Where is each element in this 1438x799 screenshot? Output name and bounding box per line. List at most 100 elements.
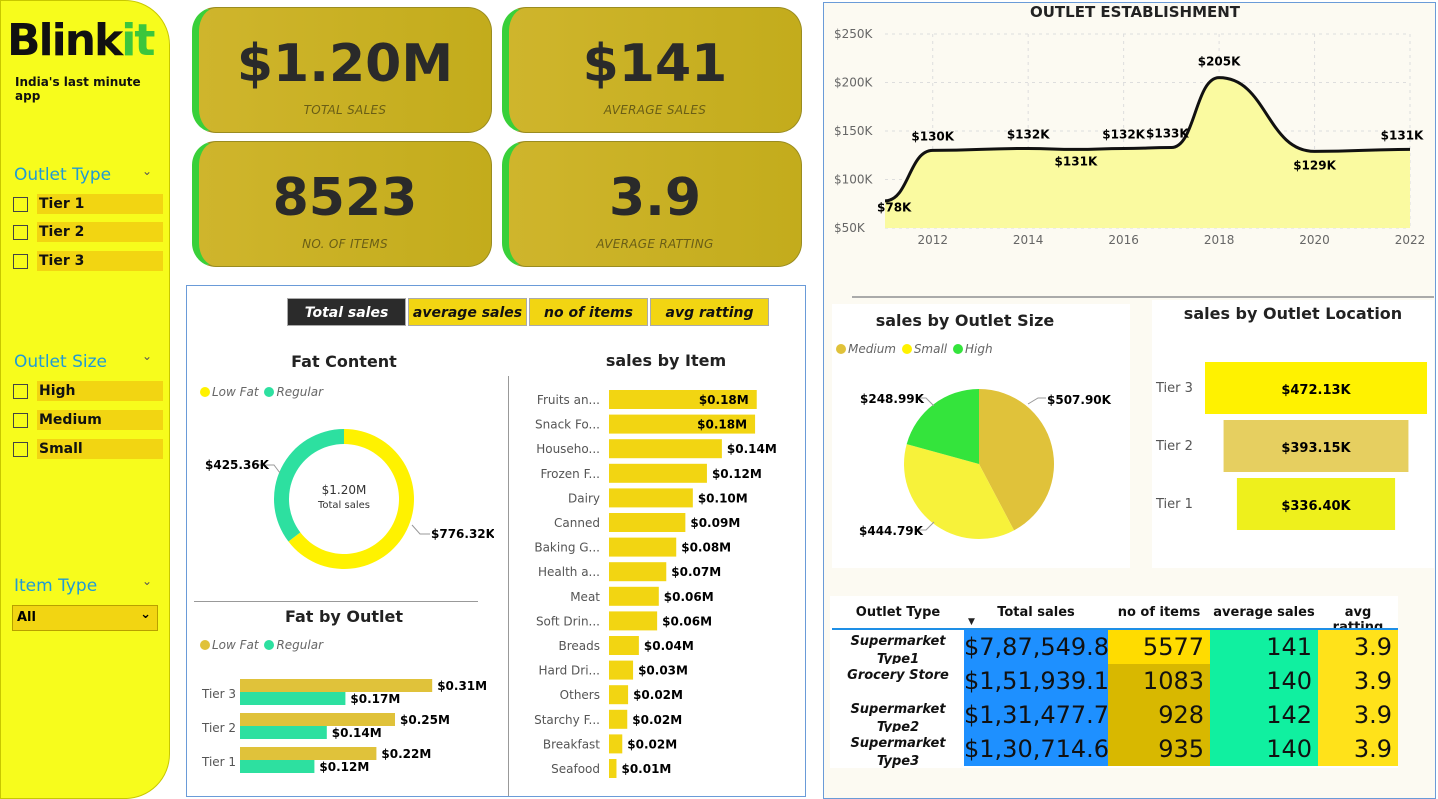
checkbox[interactable]	[13, 384, 28, 399]
fat-by-outlet-bar-chart: Tier 3 $0.31M $0.17M Tier 2 $0.25M $0.14M Tier…	[201, 679, 487, 774]
outlet-size-option-medium[interactable]: Medium	[13, 410, 165, 430]
tier-axis-label: Tier 1	[201, 755, 236, 769]
bar-regular	[240, 760, 315, 773]
legend-swatch	[264, 640, 275, 650]
x-tick-label: 2012	[917, 233, 948, 247]
cell-total-sales: $1,51,939.15	[964, 664, 1124, 698]
fat-by-outlet-legend: Low Fat Regular	[200, 638, 323, 652]
table-row[interactable]: Supermarket Type3 $1,30,714.67 935 140 3.9	[832, 732, 1398, 769]
checkbox[interactable]	[13, 442, 28, 457]
chevron-down-icon[interactable]: ⌄	[142, 574, 152, 588]
tab-average-sales[interactable]: average sales	[408, 298, 527, 326]
funnel-bar-label: $336.40K	[1281, 499, 1351, 514]
kpi-no-of-items: 8523 NO. OF ITEMS	[192, 141, 492, 267]
y-tick-label: $100K	[834, 173, 874, 187]
divider	[508, 376, 509, 796]
cell-avg-rating: 3.9	[1318, 630, 1398, 664]
item-axis-label: Hard Dri...	[539, 664, 600, 678]
item-bar	[609, 439, 722, 459]
outlet-size-legend: Medium Small High	[836, 342, 993, 356]
item-axis-label: Soft Drin...	[536, 614, 600, 628]
area-point-label: $205K	[1198, 55, 1241, 69]
kpi-total-sales: $1.20M TOTAL SALES	[192, 7, 492, 133]
bar-label-regular: $0.17M	[350, 692, 400, 706]
chevron-down-icon[interactable]: ⌄	[142, 349, 152, 363]
sales-by-item-title: sales by Item	[605, 351, 727, 370]
item-bar-label: $0.03M	[638, 664, 688, 678]
funnel-bar-label: $472.13K	[1281, 383, 1351, 398]
y-tick-label: $50K	[834, 221, 866, 235]
outlet-type-slicer-title: Outlet Type	[14, 165, 112, 185]
item-bar	[609, 562, 667, 582]
table-row[interactable]: Grocery Store $1,51,939.15 1083 140 3.9	[832, 664, 1398, 698]
kpi-value: 3.9	[608, 168, 702, 228]
area-point-label: $78K	[877, 200, 912, 214]
cell-outlet-type: Supermarket Type2	[832, 698, 964, 735]
item-bar-label: $0.02M	[633, 688, 683, 702]
pie-label-high: $248.99K	[860, 392, 925, 406]
item-axis-label: Fruits an...	[537, 393, 600, 407]
table-header-total-sales[interactable]: Total sales	[964, 605, 1108, 620]
area-fill	[885, 77, 1410, 229]
cell-no-of-items: 935	[1108, 732, 1210, 766]
pie-label-medium: $507.90K	[1047, 393, 1112, 407]
table-row[interactable]: Supermarket Type1 $7,87,549.89 5577 141 3.9	[832, 630, 1398, 667]
kpi-label: AVERAGE RATTING	[596, 237, 714, 251]
outlet-size-option-small[interactable]: Small	[13, 439, 165, 459]
table-header-average-sales[interactable]: average sales	[1210, 605, 1318, 620]
bar-label-low-fat: $0.25M	[400, 713, 450, 727]
legend-swatch	[952, 344, 963, 354]
item-axis-label: Seafood	[551, 762, 600, 776]
checkbox[interactable]	[13, 254, 28, 269]
area-point-label: $131K	[1381, 128, 1424, 142]
item-bar-label: $0.06M	[662, 614, 712, 628]
cell-no-of-items: 1083	[1108, 664, 1210, 698]
table-header-no-of-items[interactable]: no of items	[1108, 605, 1210, 620]
checkbox[interactable]	[13, 413, 28, 428]
area-point-label: $132K	[1007, 127, 1050, 141]
item-bar-label: $0.01M	[621, 762, 671, 776]
checkbox[interactable]	[13, 197, 28, 212]
kpi-label: TOTAL SALES	[303, 103, 387, 117]
item-type-slicer-title: Item Type	[14, 576, 98, 596]
tab-total-sales[interactable]: Total sales	[287, 298, 406, 326]
outlet-type-option-tier3[interactable]: Tier 3	[13, 251, 165, 271]
x-tick-label: 2020	[1299, 233, 1330, 247]
outlet-type-option-tier1[interactable]: Tier 1	[13, 194, 165, 214]
funnel-axis-label: Tier 3	[1155, 381, 1193, 396]
table-header-outlet-type[interactable]: Outlet Type	[834, 605, 962, 620]
y-tick-label: $150K	[834, 124, 874, 138]
item-bar-label: $0.06M	[664, 590, 714, 604]
outlet-establishment-area-chart: $250K $200K $150K $100K $50K 2012 2014 2016 2018…	[834, 27, 1425, 247]
tab-no-of-items[interactable]: no of items	[529, 298, 648, 326]
item-bar	[609, 685, 629, 705]
brand-tagline: India's last minute app	[15, 75, 141, 103]
donut-center-label: Total sales	[317, 500, 370, 511]
item-axis-label: Starchy F...	[534, 713, 600, 727]
item-axis-label: Others	[560, 688, 600, 702]
bar-label-regular: $0.12M	[319, 760, 369, 774]
donut-center-value: $1.20M	[322, 483, 367, 497]
brand-logo: Blinkit	[7, 15, 155, 66]
checkbox[interactable]	[13, 225, 28, 240]
kpi-value: $141	[582, 34, 728, 94]
outlet-size-option-high[interactable]: High	[13, 381, 165, 401]
bar-low-fat	[240, 679, 433, 692]
tab-avg-rating[interactable]: avg ratting	[650, 298, 769, 326]
tier-axis-label: Tier 3	[201, 687, 236, 701]
y-tick-label: $250K	[834, 27, 874, 41]
outlet-type-option-tier2[interactable]: Tier 2	[13, 222, 165, 242]
legend-swatch	[901, 344, 912, 354]
bar-regular	[240, 692, 346, 705]
item-bar	[609, 513, 686, 532]
item-bar	[609, 586, 659, 606]
item-type-dropdown[interactable]: All ⌄	[12, 605, 158, 631]
cell-average-sales: 140	[1210, 732, 1318, 766]
cell-no-of-items: 928	[1108, 698, 1210, 732]
bar-regular	[240, 726, 327, 739]
item-bar-label: $0.10M	[698, 491, 748, 505]
chevron-down-icon[interactable]: ⌄	[142, 164, 152, 178]
outlet-size-pie-chart: $248.99K $507.90K $444.79K	[859, 389, 1112, 539]
legend-swatch	[200, 387, 210, 397]
table-row[interactable]: Supermarket Type2 $1,31,477.78 928 142 3.9	[832, 698, 1398, 735]
